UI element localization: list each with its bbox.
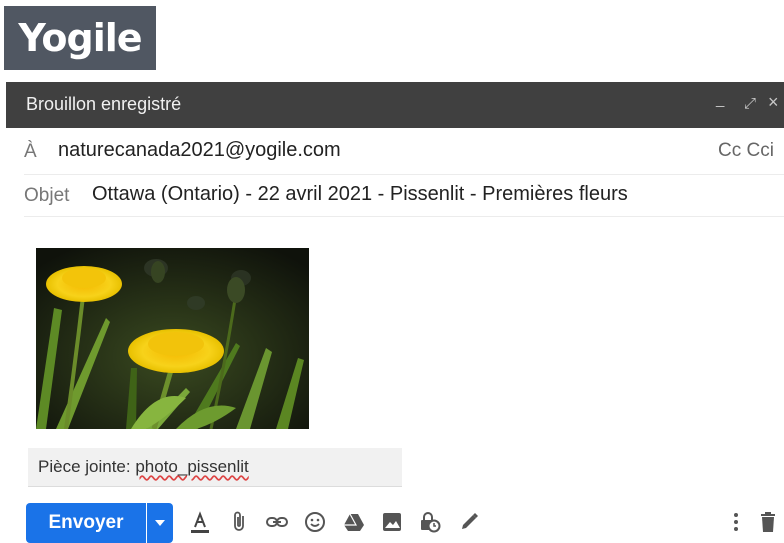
- image-icon[interactable]: [380, 510, 404, 534]
- send-options-dropdown[interactable]: [147, 503, 173, 543]
- text-format-icon[interactable]: [188, 510, 212, 534]
- expand-icon[interactable]: ⤢: [744, 94, 756, 114]
- recipient-row[interactable]: À naturecanada2021@yogile.com Cc Cci: [24, 132, 784, 175]
- yogile-logo: Yogile: [4, 6, 156, 70]
- dandelion-photo: [36, 248, 309, 429]
- emoji-icon[interactable]: [303, 510, 327, 534]
- attachment-text: Pièce jointe: photo_pissenlit: [38, 457, 249, 477]
- compose-title-bar: Brouillon enregistré _ ⤢ ×: [6, 82, 784, 128]
- close-icon[interactable]: ×: [768, 92, 779, 112]
- subject-row[interactable]: Objet Ottawa (Ontario) - 22 avril 2021 -…: [24, 176, 784, 217]
- minimize-icon[interactable]: _: [716, 90, 724, 110]
- recipient-field[interactable]: naturecanada2021@yogile.com: [58, 139, 341, 162]
- trash-icon[interactable]: [756, 510, 780, 534]
- more-options-icon[interactable]: [724, 510, 748, 534]
- cc-bcc-link[interactable]: Cc Cci: [718, 140, 774, 162]
- draft-status-title: Brouillon enregistré: [26, 94, 182, 114]
- attachment-chip[interactable]: Pièce jointe: photo_pissenlit: [28, 448, 402, 487]
- signature-icon[interactable]: [457, 510, 481, 534]
- link-icon[interactable]: [265, 510, 289, 534]
- subject-label: Objet: [24, 185, 70, 206]
- logo-text: Yogile: [18, 16, 142, 60]
- attachment-filename[interactable]: photo_pissenlit: [135, 457, 248, 476]
- to-label: À: [24, 141, 37, 162]
- attachment-label: Pièce jointe:: [38, 457, 136, 476]
- send-button[interactable]: Envoyer: [26, 503, 146, 543]
- confidential-mode-icon[interactable]: [418, 510, 442, 534]
- attach-icon[interactable]: [228, 510, 252, 534]
- subject-field[interactable]: Ottawa (Ontario) - 22 avril 2021 - Pisse…: [92, 183, 628, 206]
- chevron-down-icon: [155, 520, 165, 526]
- drive-icon[interactable]: [342, 510, 366, 534]
